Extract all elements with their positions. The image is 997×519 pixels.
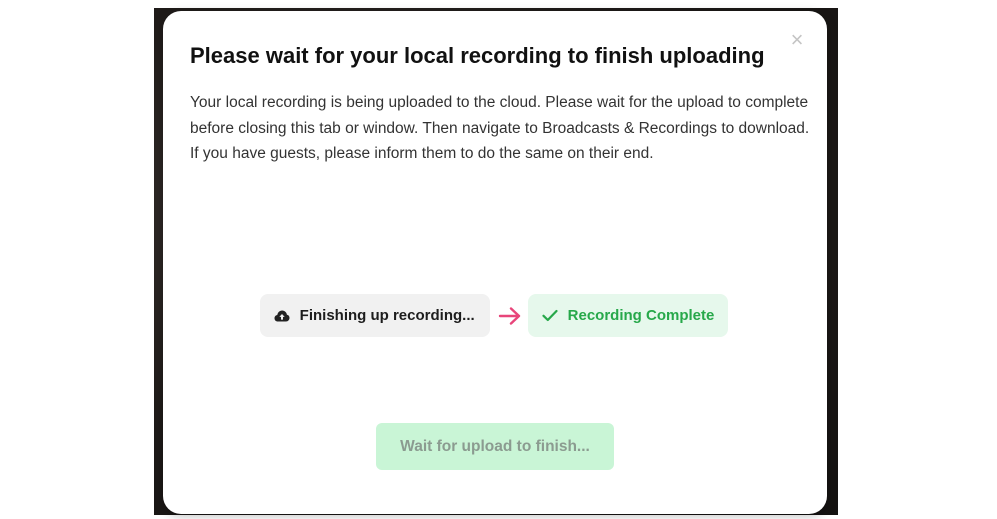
upload-progress-steps: Finishing up recording... Recording Comp… (163, 294, 827, 337)
dialog-description: Your local recording is being uploaded t… (190, 94, 810, 162)
step-complete-label: Recording Complete (567, 307, 715, 324)
dialog-title: Please wait for your local recording to … (190, 43, 765, 68)
upload-wait-dialog: × Please wait for your local recording t… (163, 11, 827, 514)
step-finishing-recording: Finishing up recording... (259, 294, 490, 337)
checkmark-icon (542, 309, 558, 322)
close-icon[interactable]: × (788, 29, 806, 51)
arrow-right-icon (498, 306, 522, 326)
cloud-upload-icon (274, 310, 290, 321)
step-recording-complete: Recording Complete (527, 294, 729, 337)
wait-for-upload-button[interactable]: Wait for upload to finish... (376, 423, 614, 470)
step-finishing-label: Finishing up recording... (299, 307, 475, 324)
